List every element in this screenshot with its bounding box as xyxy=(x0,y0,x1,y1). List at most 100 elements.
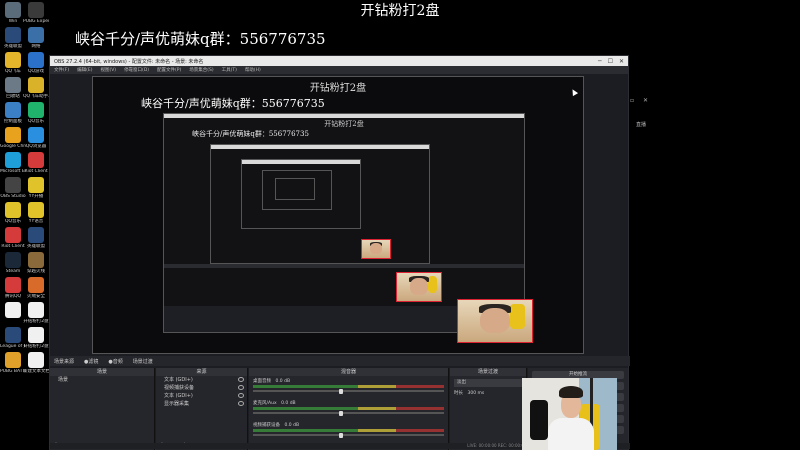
nested-webcam-small xyxy=(361,239,391,259)
preview-webcam xyxy=(457,299,533,343)
mixer-channel[interactable]: 麦克风/Aux 0.0 dB xyxy=(253,400,444,418)
menu-edit[interactable]: 编辑(E) xyxy=(77,67,92,73)
desktop-icon-label: QQ音乐 xyxy=(27,119,45,124)
nested-title: 开钻粉打2盘 xyxy=(324,120,364,128)
app-icon xyxy=(5,27,21,43)
eye-icon xyxy=(238,377,244,382)
tab-scene-sources[interactable]: 场景来源 xyxy=(54,358,74,365)
nested-group-text: 峡谷千分/声优萌妹q群：556776735 xyxy=(192,130,309,138)
app-icon xyxy=(28,27,44,43)
app-icon xyxy=(5,52,21,68)
close-icon[interactable]: ✕ xyxy=(643,97,648,104)
desktop-icon[interactable]: 开钻粉打2盘 xyxy=(23,302,49,324)
mixer-channel[interactable]: 视频捕获设备 0.0 dB xyxy=(253,422,444,440)
app-icon xyxy=(28,277,44,293)
desktop-icon-label: 开钻粉打2盘 xyxy=(23,319,49,324)
transitions-dock: 场景过渡 淡出 时长 300 ms xyxy=(450,368,527,450)
app-icon xyxy=(28,352,44,368)
desktop-icon[interactable]: YY开播 xyxy=(23,177,49,199)
desktop: WinPUBG Experience英雄联盟网络QQ飞车QQ游戏回收站QQ飞车助… xyxy=(0,0,800,450)
desktop-icon[interactable]: QQ游戏 xyxy=(23,52,49,74)
tab-audio[interactable]: ●音频 xyxy=(108,358,122,365)
desktop-icon-label: QQ游戏 xyxy=(27,69,45,74)
stream-title-overlay: 开钻粉打2盘 xyxy=(360,3,440,19)
eye-icon xyxy=(238,393,244,398)
app-icon xyxy=(5,327,21,343)
volume-slider-handle xyxy=(338,410,343,416)
docks-tabbar: 场景来源 ●滤镜 ●音频 场景过渡 xyxy=(50,356,630,366)
source-item[interactable]: 文本 (GDI+) xyxy=(156,376,247,384)
preview-group-text: 峡谷千分/声优萌妹q群：556776735 xyxy=(141,97,325,110)
desktop-icon-label: QQ飞车助手工具 xyxy=(23,94,49,99)
app-icon xyxy=(5,77,21,93)
sources-header: 来源 xyxy=(156,368,247,376)
desktop-icon[interactable]: Riot Client xyxy=(23,152,49,174)
app-icon xyxy=(5,102,21,118)
nested-capture-3 xyxy=(241,159,361,229)
maximize-icon[interactable]: ☐ xyxy=(608,58,613,65)
desktop-icon[interactable]: 新建文本文档 xyxy=(23,352,49,374)
obs-menubar: 文件(F) 编辑(E) 视图(V) 停靠窗口(D) 配置文件(P) 场景集合(S… xyxy=(50,66,628,74)
desktop-icon[interactable]: QQ音乐 xyxy=(23,102,49,124)
mixer-channel[interactable]: 桌面音频 0.0 dB xyxy=(253,378,444,396)
duration-row[interactable]: 时长 300 ms xyxy=(454,390,522,398)
nested-capture-5 xyxy=(275,178,315,200)
minimize-icon[interactable]: ─ xyxy=(598,58,602,65)
group-overlay: 峡谷千分/声优萌妹q群：556776735 xyxy=(75,30,326,48)
app-icon xyxy=(28,302,44,318)
app-icon xyxy=(28,177,44,193)
mixer-dock: 混音器 桌面音频 0.0 dB 麦克风/Aux 0.0 dB 视频捕获设备 0.… xyxy=(249,368,449,450)
nested-capture-2 xyxy=(210,144,430,264)
menu-help[interactable]: 帮助(H) xyxy=(245,67,261,73)
menu-scene-collection[interactable]: 场景集合(S) xyxy=(189,67,213,73)
app-icon xyxy=(5,127,21,143)
desktop-icon-label: 网络 xyxy=(31,44,41,49)
menu-docks[interactable]: 停靠窗口(D) xyxy=(124,67,149,73)
desktop-icon[interactable]: 开钻粉打2盘 xyxy=(23,327,49,349)
eye-icon xyxy=(238,401,244,406)
obs-preview[interactable]: 开钻粉打2盘 峡谷千分/声优萌妹q群：556776735 开钻粉打2盘 峡谷千分… xyxy=(92,76,584,354)
transitions-header: 场景过渡 xyxy=(450,368,526,376)
scene-item[interactable]: 场景 xyxy=(50,376,154,384)
source-item[interactable]: 文本 (GDI+) xyxy=(156,392,247,400)
close-icon[interactable]: ▫ xyxy=(630,97,634,104)
desktop-icon-label: YY开播 xyxy=(28,194,44,199)
desktop-icon-label: Riot Client xyxy=(24,169,48,174)
side-panel-label: 直播 xyxy=(636,122,647,128)
desktop-icon-label: 英雄联盟 xyxy=(27,244,45,249)
app-icon xyxy=(28,327,44,343)
desktop-icon[interactable]: QQ浏览器 xyxy=(23,127,49,149)
desktop-icon-label: 火绒安全 xyxy=(27,294,45,299)
scenes-header: 场景 xyxy=(50,368,154,376)
menu-view[interactable]: 视图(V) xyxy=(100,67,116,73)
desktop-icon[interactable]: 火绒安全 xyxy=(23,277,49,299)
app-icon xyxy=(28,227,44,243)
app-icon xyxy=(5,302,21,318)
close-icon[interactable]: ✕ xyxy=(619,58,624,65)
desktop-icon[interactable]: 穿越火线 xyxy=(23,252,49,274)
tab-filters[interactable]: ●滤镜 xyxy=(84,358,98,365)
volume-slider-handle xyxy=(338,432,343,438)
streamer-webcam xyxy=(522,378,617,450)
nested-capture-4 xyxy=(262,170,332,210)
tab-transitions[interactable]: 场景过渡 xyxy=(133,358,153,365)
desktop-icon-label: YY语音 xyxy=(28,219,44,224)
menu-profile[interactable]: 配置文件(P) xyxy=(157,67,181,73)
transition-select[interactable]: 淡出 xyxy=(454,379,522,387)
app-icon xyxy=(28,252,44,268)
app-icon xyxy=(5,277,21,293)
desktop-icon[interactable]: QQ飞车助手工具 xyxy=(23,77,49,99)
menu-file[interactable]: 文件(F) xyxy=(54,67,69,73)
desktop-icon[interactable]: 网络 xyxy=(23,27,49,49)
desktop-icon-label: 新建文本文档 xyxy=(23,369,49,374)
menu-tools[interactable]: 工具(T) xyxy=(222,67,237,73)
app-icon xyxy=(28,77,44,93)
desktop-icon[interactable]: YY语音 xyxy=(23,202,49,224)
nested-webcam-medium xyxy=(396,272,442,302)
source-item[interactable]: 显示器采集 xyxy=(156,400,247,408)
app-icon xyxy=(5,152,21,168)
mixer-header: 混音器 xyxy=(249,368,448,376)
app-icon xyxy=(5,202,21,218)
source-item[interactable]: 视频捕获设备 xyxy=(156,384,247,392)
desktop-icon[interactable]: 英雄联盟 xyxy=(23,227,49,249)
